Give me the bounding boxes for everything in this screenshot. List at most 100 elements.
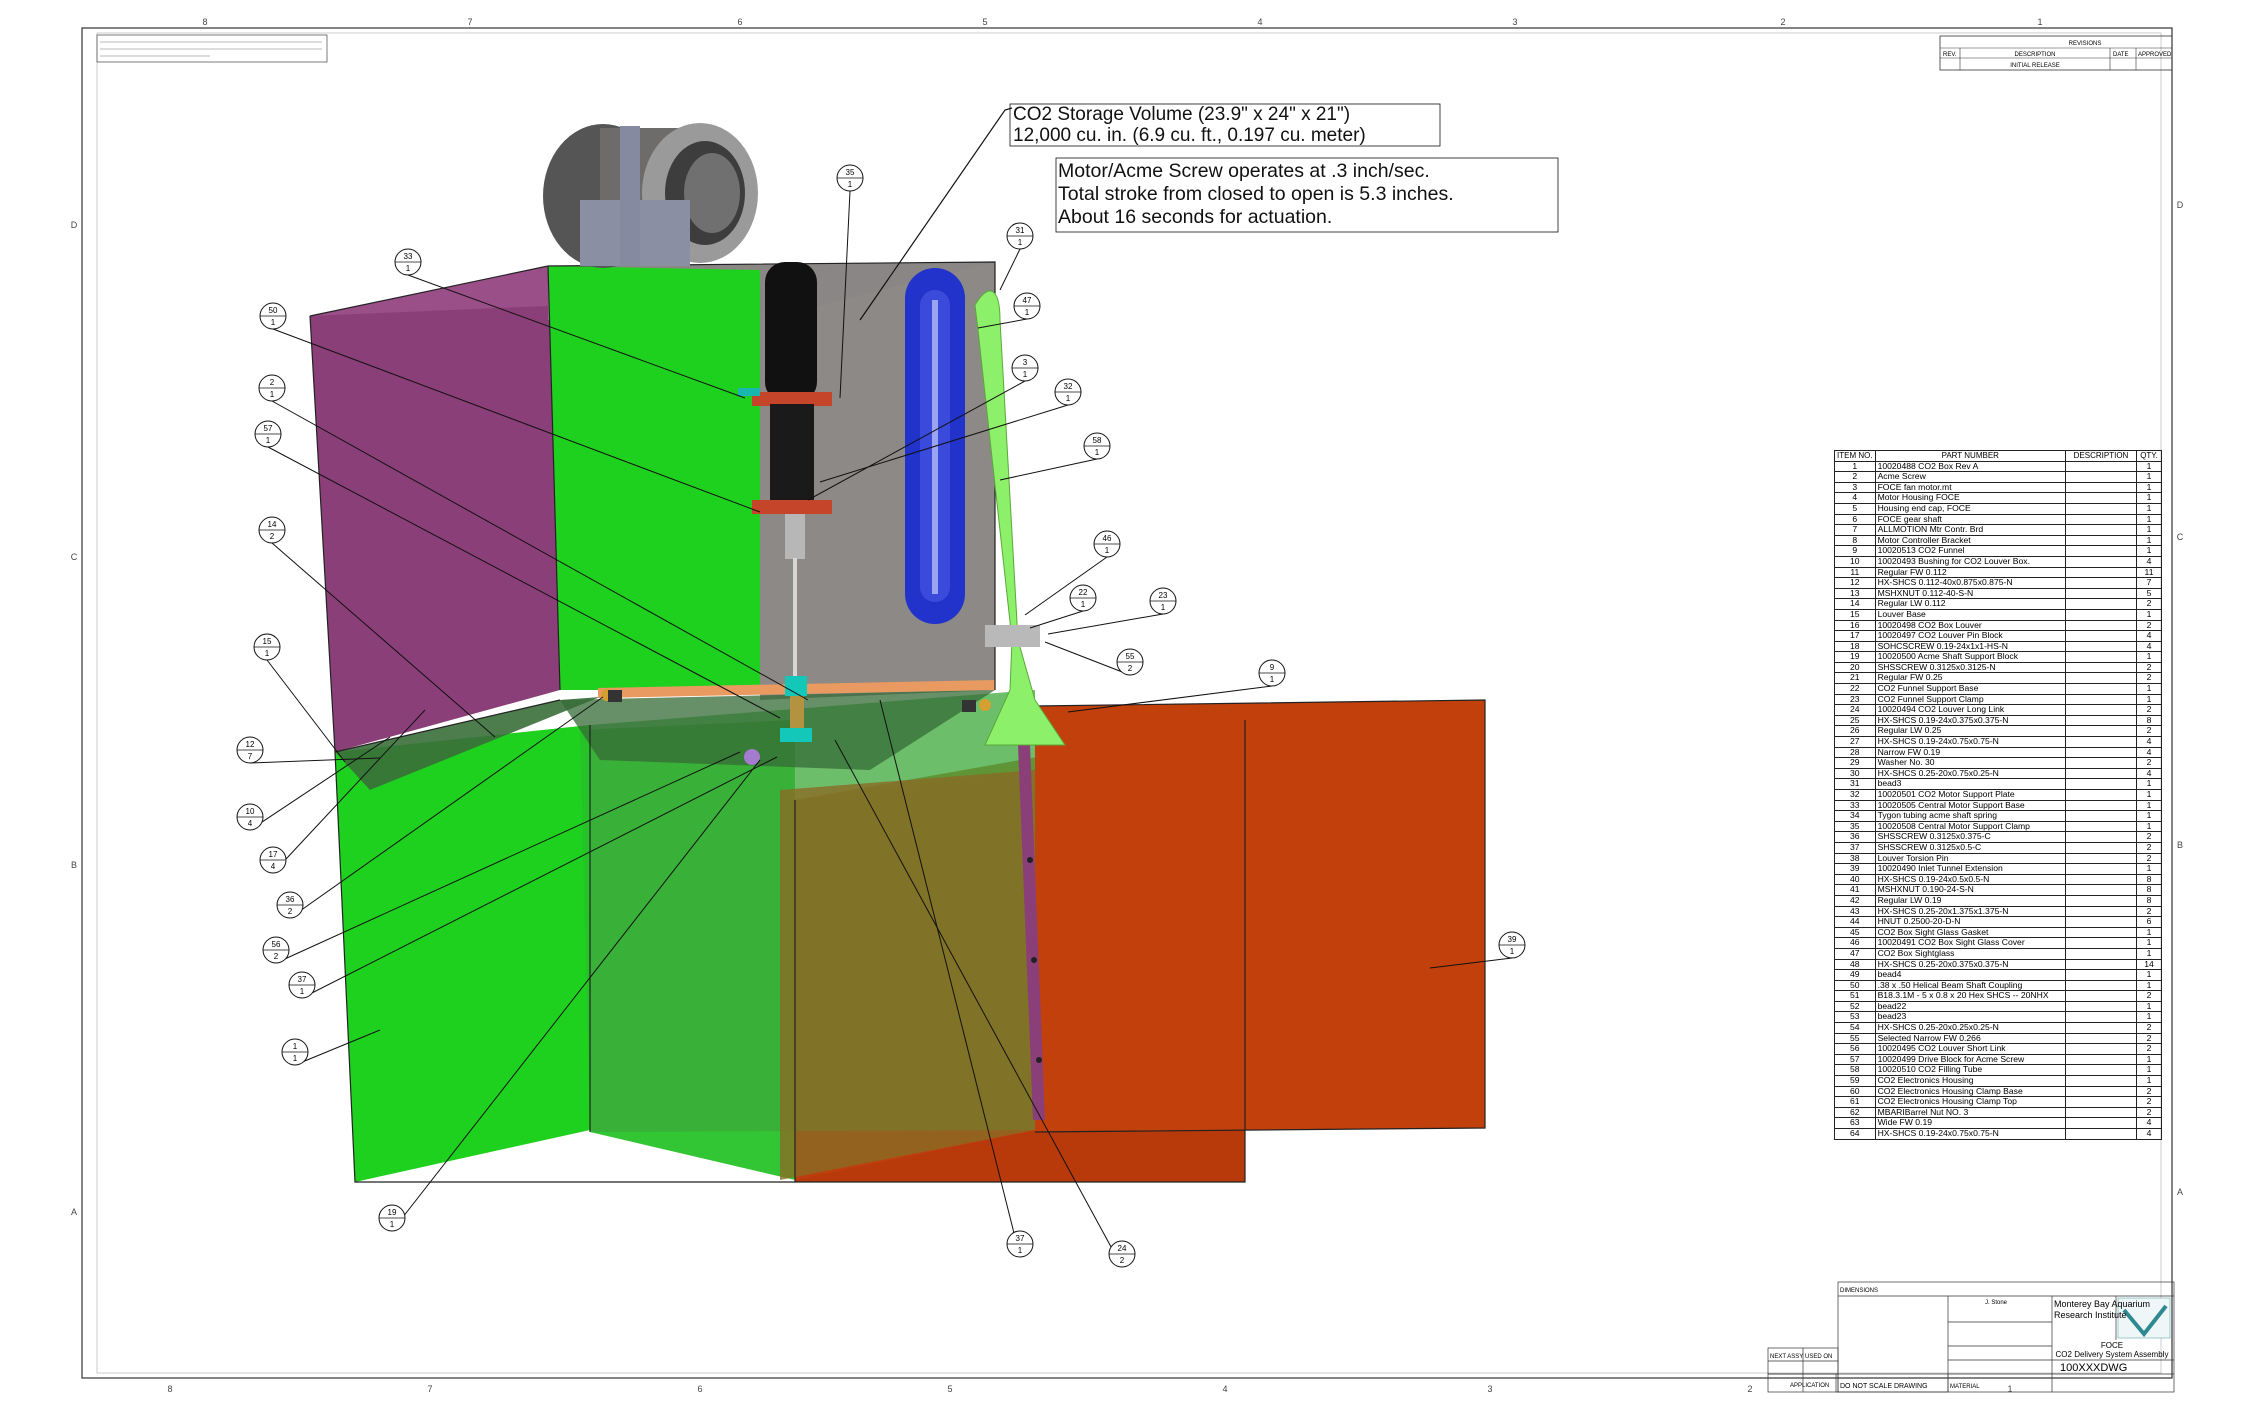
bom-item-no: 32	[1834, 789, 1876, 801]
bom-item-no: 1	[1834, 460, 1876, 473]
bom-part-number: MSHXNUT 0.190-24-S-N	[1874, 884, 2066, 896]
motor-note-line-2: Total stroke from closed to open is 5.3 …	[1058, 183, 1454, 205]
item-balloon: 21	[258, 374, 286, 402]
bom-description	[2064, 1064, 2138, 1077]
bom-description	[2064, 1032, 2138, 1045]
bom-item-no: 56	[1834, 1043, 1876, 1055]
bom-row: 27 HX-SHCS 0.19-24x0.75x0.75-N 4	[1834, 736, 2162, 748]
bom-description	[2064, 884, 2138, 896]
bom-row: 20 SHSSCREW 0.3125x0.3125-N 2	[1834, 661, 2162, 674]
bom-row: 11 Regular FW 0.112 11	[1834, 566, 2162, 579]
revisions-title: REVISIONS	[2069, 41, 2102, 47]
balloon-item-number: 47	[1023, 296, 1032, 305]
bom-part-number: 10020491 CO2 Box Sight Glass Cover	[1874, 937, 2066, 949]
bom-qty: 1	[2136, 608, 2162, 621]
bom-row: 18 SOHCSCREW 0.19-24x1x1-HS-N 4	[1834, 640, 2162, 653]
bom-item-no: 46	[1834, 937, 1876, 949]
item-balloon: 151	[253, 633, 281, 661]
balloon-quantity: 2	[270, 532, 275, 541]
balloon-quantity: 1	[270, 390, 275, 399]
bom-row: 49 bead4 1	[1834, 969, 2162, 981]
bom-qty: 1	[2136, 693, 2162, 706]
zone-number-top: 5	[982, 17, 987, 27]
balloon-item-number: 15	[263, 637, 272, 646]
bom-qty: 1	[2136, 810, 2162, 822]
bom-row: 35 10020508 Central Motor Support Clamp 1	[1834, 820, 2162, 833]
bom-qty: 2	[2136, 1032, 2162, 1045]
bom-row: 15 Louver Base 1	[1834, 608, 2162, 621]
motor-note-line-1: Motor/Acme Screw operates at .3 inch/sec…	[1058, 160, 1430, 182]
bom-item-no: 64	[1834, 1128, 1876, 1140]
bom-part-number: Regular FW 0.25	[1874, 672, 2066, 685]
bom-row: 58 10020510 CO2 Filling Tube 1	[1834, 1064, 2162, 1077]
bom-description	[2064, 587, 2138, 600]
balloon-quantity: 1	[1081, 600, 1086, 609]
bom-item-no: 33	[1834, 799, 1876, 812]
item-balloon: 501	[259, 302, 287, 330]
bom-part-number: ALLMOTION Mtr Contr. Brd	[1874, 524, 2066, 536]
item-balloon: 562	[262, 936, 290, 964]
bom-qty: 2	[2136, 990, 2162, 1002]
bom-item-no: 28	[1834, 746, 1876, 759]
zone-number-bottom: 6	[697, 1384, 702, 1394]
bom-item-no: 25	[1834, 714, 1876, 727]
bom-part-number: 10020499 Drive Block for Acme Screw	[1874, 1053, 2066, 1066]
bom-part-number: HX-SHCS 0.19-24x0.75x0.75-N	[1874, 1128, 2066, 1140]
title-block-dims: DIMENSIONS	[1840, 1288, 1878, 1294]
bom-description	[2064, 841, 2138, 854]
bom-description	[2064, 577, 2138, 589]
bom-item-no: 63	[1834, 1117, 1876, 1129]
bom-description	[2064, 630, 2138, 642]
balloon-quantity: 1	[265, 649, 270, 658]
title-block-application: APPLICATION	[1790, 1383, 1829, 1389]
bom-item-no: 14	[1834, 598, 1876, 610]
bom-part-number: 10020501 CO2 Motor Support Plate	[1874, 789, 2066, 801]
bom-qty: 2	[2136, 905, 2162, 918]
bom-item-no: 27	[1834, 736, 1876, 748]
bom-description	[2064, 820, 2138, 833]
bom-qty: 2	[2136, 661, 2162, 674]
bom-row: 43 HX-SHCS 0.25-20x1.375x1.375-N 2	[1834, 905, 2162, 918]
item-balloon: 371	[1006, 1230, 1034, 1258]
title-block-next-assy: NEXT ASSY	[1770, 1354, 1803, 1360]
bom-description	[2064, 767, 2138, 780]
bom-description	[2064, 1053, 2138, 1066]
bom-qty: 2	[2136, 1022, 2162, 1034]
bom-row: 14 Regular LW 0.112 2	[1834, 598, 2162, 610]
bom-row: 62 MBARIBarrel Nut NO. 3 2	[1834, 1106, 2162, 1119]
balloon-item-number: 31	[1016, 226, 1025, 235]
bom-description	[2064, 460, 2138, 473]
zone-letter-right: D	[2177, 200, 2184, 210]
bom-row: 39 10020490 Inlet Tunnel Extension 1	[1834, 863, 2162, 875]
bom-header-row: ITEM NO. PART NUMBER DESCRIPTION QTY.	[1834, 450, 2162, 462]
title-block-company-1: Monterey Bay Aquarium	[2054, 1299, 2150, 1309]
balloon-quantity: 1	[1095, 448, 1100, 457]
bom-part-number: CO2 Funnel Support Clamp	[1874, 693, 2066, 706]
bom-qty: 1	[2136, 524, 2162, 536]
bom-part-number: HX-SHCS 0.25-20x0.25x0.25-N	[1874, 1022, 2066, 1034]
bom-row: 55 Selected Narrow FW 0.266 2	[1834, 1032, 2162, 1045]
bom-description	[2064, 566, 2138, 579]
bom-part-number: HX-SHCS 0.19-24x0.375x0.375-N	[1874, 714, 2066, 727]
bom-row: 50.38 x .50 Helical Beam Shaft Coupling 1	[1834, 979, 2162, 992]
bom-part-number: Selected Narrow FW 0.266	[1874, 1032, 2066, 1045]
bom-item-no: 58	[1834, 1064, 1876, 1077]
bom-description	[2064, 524, 2138, 536]
bom-qty: 2	[2136, 841, 2162, 854]
bom-item-no: 30	[1834, 767, 1876, 780]
balloon-item-number: 12	[246, 740, 255, 749]
bom-part-number: 10020513 CO2 Funnel	[1874, 545, 2066, 557]
bom-part-number: Regular FW 0.112	[1874, 566, 2066, 579]
bom-item-no: 34	[1834, 810, 1876, 822]
balloon-quantity: 1	[1025, 308, 1030, 317]
bom-item-no: 60	[1834, 1085, 1876, 1098]
bom-description	[2064, 608, 2138, 621]
bom-qty: 1	[2136, 1000, 2162, 1013]
bom-part-number: 10020495 CO2 Louver Short Link	[1874, 1043, 2066, 1055]
item-balloon: 581	[1083, 432, 1111, 460]
bom-qty: 2	[2136, 1043, 2162, 1055]
rev-date-header: DATE	[2113, 52, 2129, 58]
item-balloon: 461	[1093, 530, 1121, 558]
bom-part-number: FOCE gear shaft	[1874, 513, 2066, 526]
zone-number-top: 7	[467, 17, 472, 27]
